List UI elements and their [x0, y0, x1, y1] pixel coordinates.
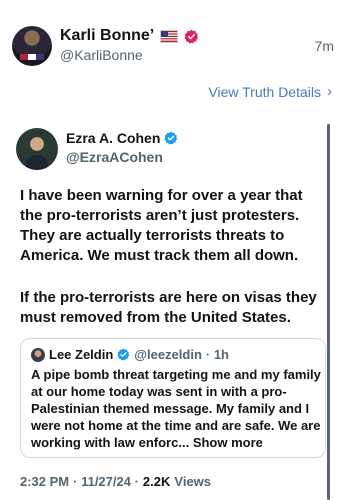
quoted-author-avatar[interactable]: [16, 128, 58, 170]
quoted-author-name[interactable]: Ezra A. Cohen: [66, 130, 160, 146]
nested-quote-body: A pipe bomb threat targeting me and my f…: [31, 367, 321, 450]
nested-quote-header: Lee Zeldin @leezeldin · 1h: [31, 347, 229, 362]
nested-author-avatar: [31, 347, 45, 362]
quoted-author-name-row: Ezra A. Cohen: [66, 130, 178, 146]
post-timestamp: 7m: [314, 38, 334, 54]
nested-quote-card[interactable]: Lee Zeldin @leezeldin · 1h A pipe bomb t…: [20, 338, 326, 458]
verified-badge-icon: [184, 29, 199, 44]
verified-badge-icon: [164, 131, 178, 145]
post-paragraph: If the pro-terrorists are here on visas …: [20, 289, 317, 326]
post-time: 2:32 PM: [20, 474, 70, 489]
chevron-right-icon: ›: [327, 83, 332, 100]
nested-author-name: Lee Zeldin: [49, 347, 114, 362]
show-more-link[interactable]: Show more: [193, 435, 263, 450]
details-link-label: View Truth Details: [208, 83, 321, 100]
view-truth-details-link[interactable]: View Truth Details ›: [208, 83, 332, 100]
views-label: Views: [174, 474, 212, 489]
author-handle[interactable]: @KarliBonne: [60, 47, 143, 63]
author-name-row: Karli Bonne’: [60, 27, 199, 45]
quoted-post-body: I have been warning for over a year that…: [20, 186, 326, 350]
verified-badge-icon: [117, 348, 130, 361]
post-paragraph: I have been warning for over a year that…: [20, 187, 303, 264]
us-flag-icon: [160, 29, 179, 43]
author-display-name[interactable]: Karli Bonne’: [60, 27, 154, 45]
views-count: 2.2K: [142, 474, 171, 489]
quote-scrollbar[interactable]: [327, 124, 330, 500]
post-meta: 2:32 PM · 11/27/24 · 2.2K Views: [20, 474, 211, 489]
nested-author-handle: @leezeldin: [134, 347, 202, 362]
nested-quote-text: A pipe bomb threat targeting me and my f…: [31, 366, 321, 451]
author-avatar[interactable]: [12, 26, 52, 66]
quoted-author-handle[interactable]: @EzraACohen: [66, 149, 163, 165]
nested-quote-time: · 1h: [205, 347, 230, 362]
post-date: · 11/27/24 ·: [73, 474, 139, 489]
